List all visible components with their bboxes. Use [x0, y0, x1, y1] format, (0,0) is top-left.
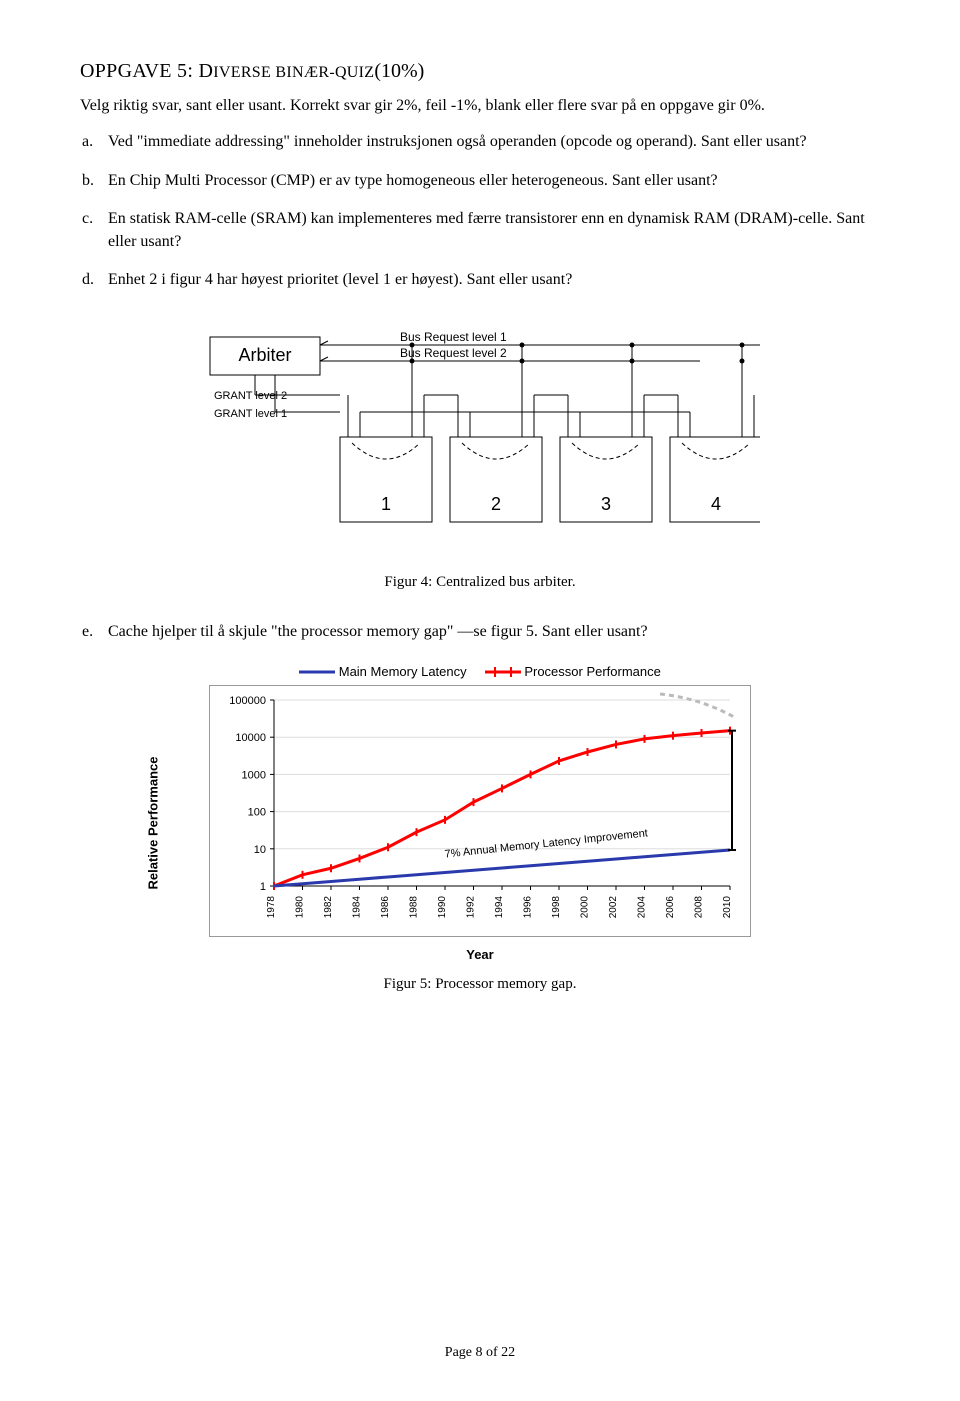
- question-c: c.En statisk RAM-celle (SRAM) kan implem…: [108, 208, 880, 253]
- svg-text:2010: 2010: [722, 895, 733, 918]
- svg-text:1000: 1000: [242, 769, 266, 781]
- chart-legend: Main Memory Latency Processor Performanc…: [80, 664, 880, 679]
- svg-text:10000: 10000: [235, 732, 266, 744]
- intro-text: Velg riktig svar, sant eller usant. Korr…: [80, 95, 880, 117]
- svg-text:2004: 2004: [637, 895, 648, 918]
- svg-text:2000: 2000: [580, 895, 591, 918]
- svg-text:2006: 2006: [665, 895, 676, 918]
- svg-text:100000: 100000: [229, 695, 266, 707]
- arbiter-diagram-svg: Arbiter Bus Request level 1 Bus Request …: [200, 317, 760, 557]
- svg-text:7% Annual Memory Latency Impro: 7% Annual Memory Latency Improvement: [444, 827, 648, 860]
- svg-text:1994: 1994: [494, 895, 505, 918]
- svg-text:1988: 1988: [409, 895, 420, 918]
- question-a: a.Ved "immediate addressing" inneholder …: [108, 131, 880, 153]
- svg-text:1982: 1982: [323, 895, 334, 918]
- svg-text:1990: 1990: [437, 895, 448, 918]
- chart-y-axis-label: Relative Performance: [146, 757, 161, 890]
- figure-5-caption: Figur 5: Processor memory gap.: [80, 976, 880, 993]
- svg-text:100: 100: [248, 806, 266, 818]
- svg-text:1: 1: [381, 494, 391, 514]
- processor-memory-gap-chart: 1 10 100 1000 10000 100000 1978 1980 1982 1984 198…: [209, 685, 751, 937]
- svg-text:3: 3: [601, 494, 611, 514]
- figure-4-caption: Figur 4: Centralized bus arbiter.: [80, 574, 880, 591]
- chart-x-axis-label: Year: [209, 947, 751, 962]
- legend-item-memory: Main Memory Latency: [299, 664, 467, 679]
- svg-text:1980: 1980: [295, 895, 306, 918]
- svg-text:1996: 1996: [523, 895, 534, 918]
- question-list: a.Ved "immediate addressing" inneholder …: [80, 131, 880, 291]
- svg-text:2002: 2002: [608, 895, 619, 918]
- task-heading: OPPGAVE 5: DIVERSE BINÆR-QUIZ(10%): [80, 60, 880, 83]
- arbiter-label: Arbiter: [238, 345, 291, 365]
- figure-4: Arbiter Bus Request level 1 Bus Request …: [80, 311, 880, 591]
- svg-text:1978: 1978: [266, 895, 277, 918]
- svg-text:10: 10: [254, 844, 266, 856]
- question-d: d.Enhet 2 i figur 4 har høyest prioritet…: [108, 269, 880, 291]
- question-list-2: e.Cache hjelper til å skjule "the proces…: [80, 621, 880, 643]
- svg-text:2008: 2008: [694, 895, 705, 918]
- grant-2-label: GRANT level 2: [214, 390, 287, 402]
- bus-request-1-label: Bus Request level 1: [400, 330, 507, 344]
- page-number: Page 8 of 22: [0, 1345, 960, 1361]
- legend-item-processor: Processor Performance: [485, 664, 661, 679]
- svg-text:1: 1: [260, 881, 266, 893]
- svg-text:1984: 1984: [352, 895, 363, 918]
- figure-5: Main Memory Latency Processor Performanc…: [80, 664, 880, 993]
- question-e: e.Cache hjelper til å skjule "the proces…: [108, 621, 880, 643]
- question-b: b.En Chip Multi Processor (CMP) er av ty…: [108, 170, 880, 192]
- svg-text:4: 4: [711, 494, 721, 514]
- svg-text:1986: 1986: [380, 895, 391, 918]
- svg-text:2: 2: [491, 494, 501, 514]
- svg-text:1992: 1992: [466, 895, 477, 918]
- grant-1-label: GRANT level 1: [214, 408, 287, 420]
- svg-text:1998: 1998: [551, 895, 562, 918]
- bus-request-2-label: Bus Request level 2: [400, 346, 507, 360]
